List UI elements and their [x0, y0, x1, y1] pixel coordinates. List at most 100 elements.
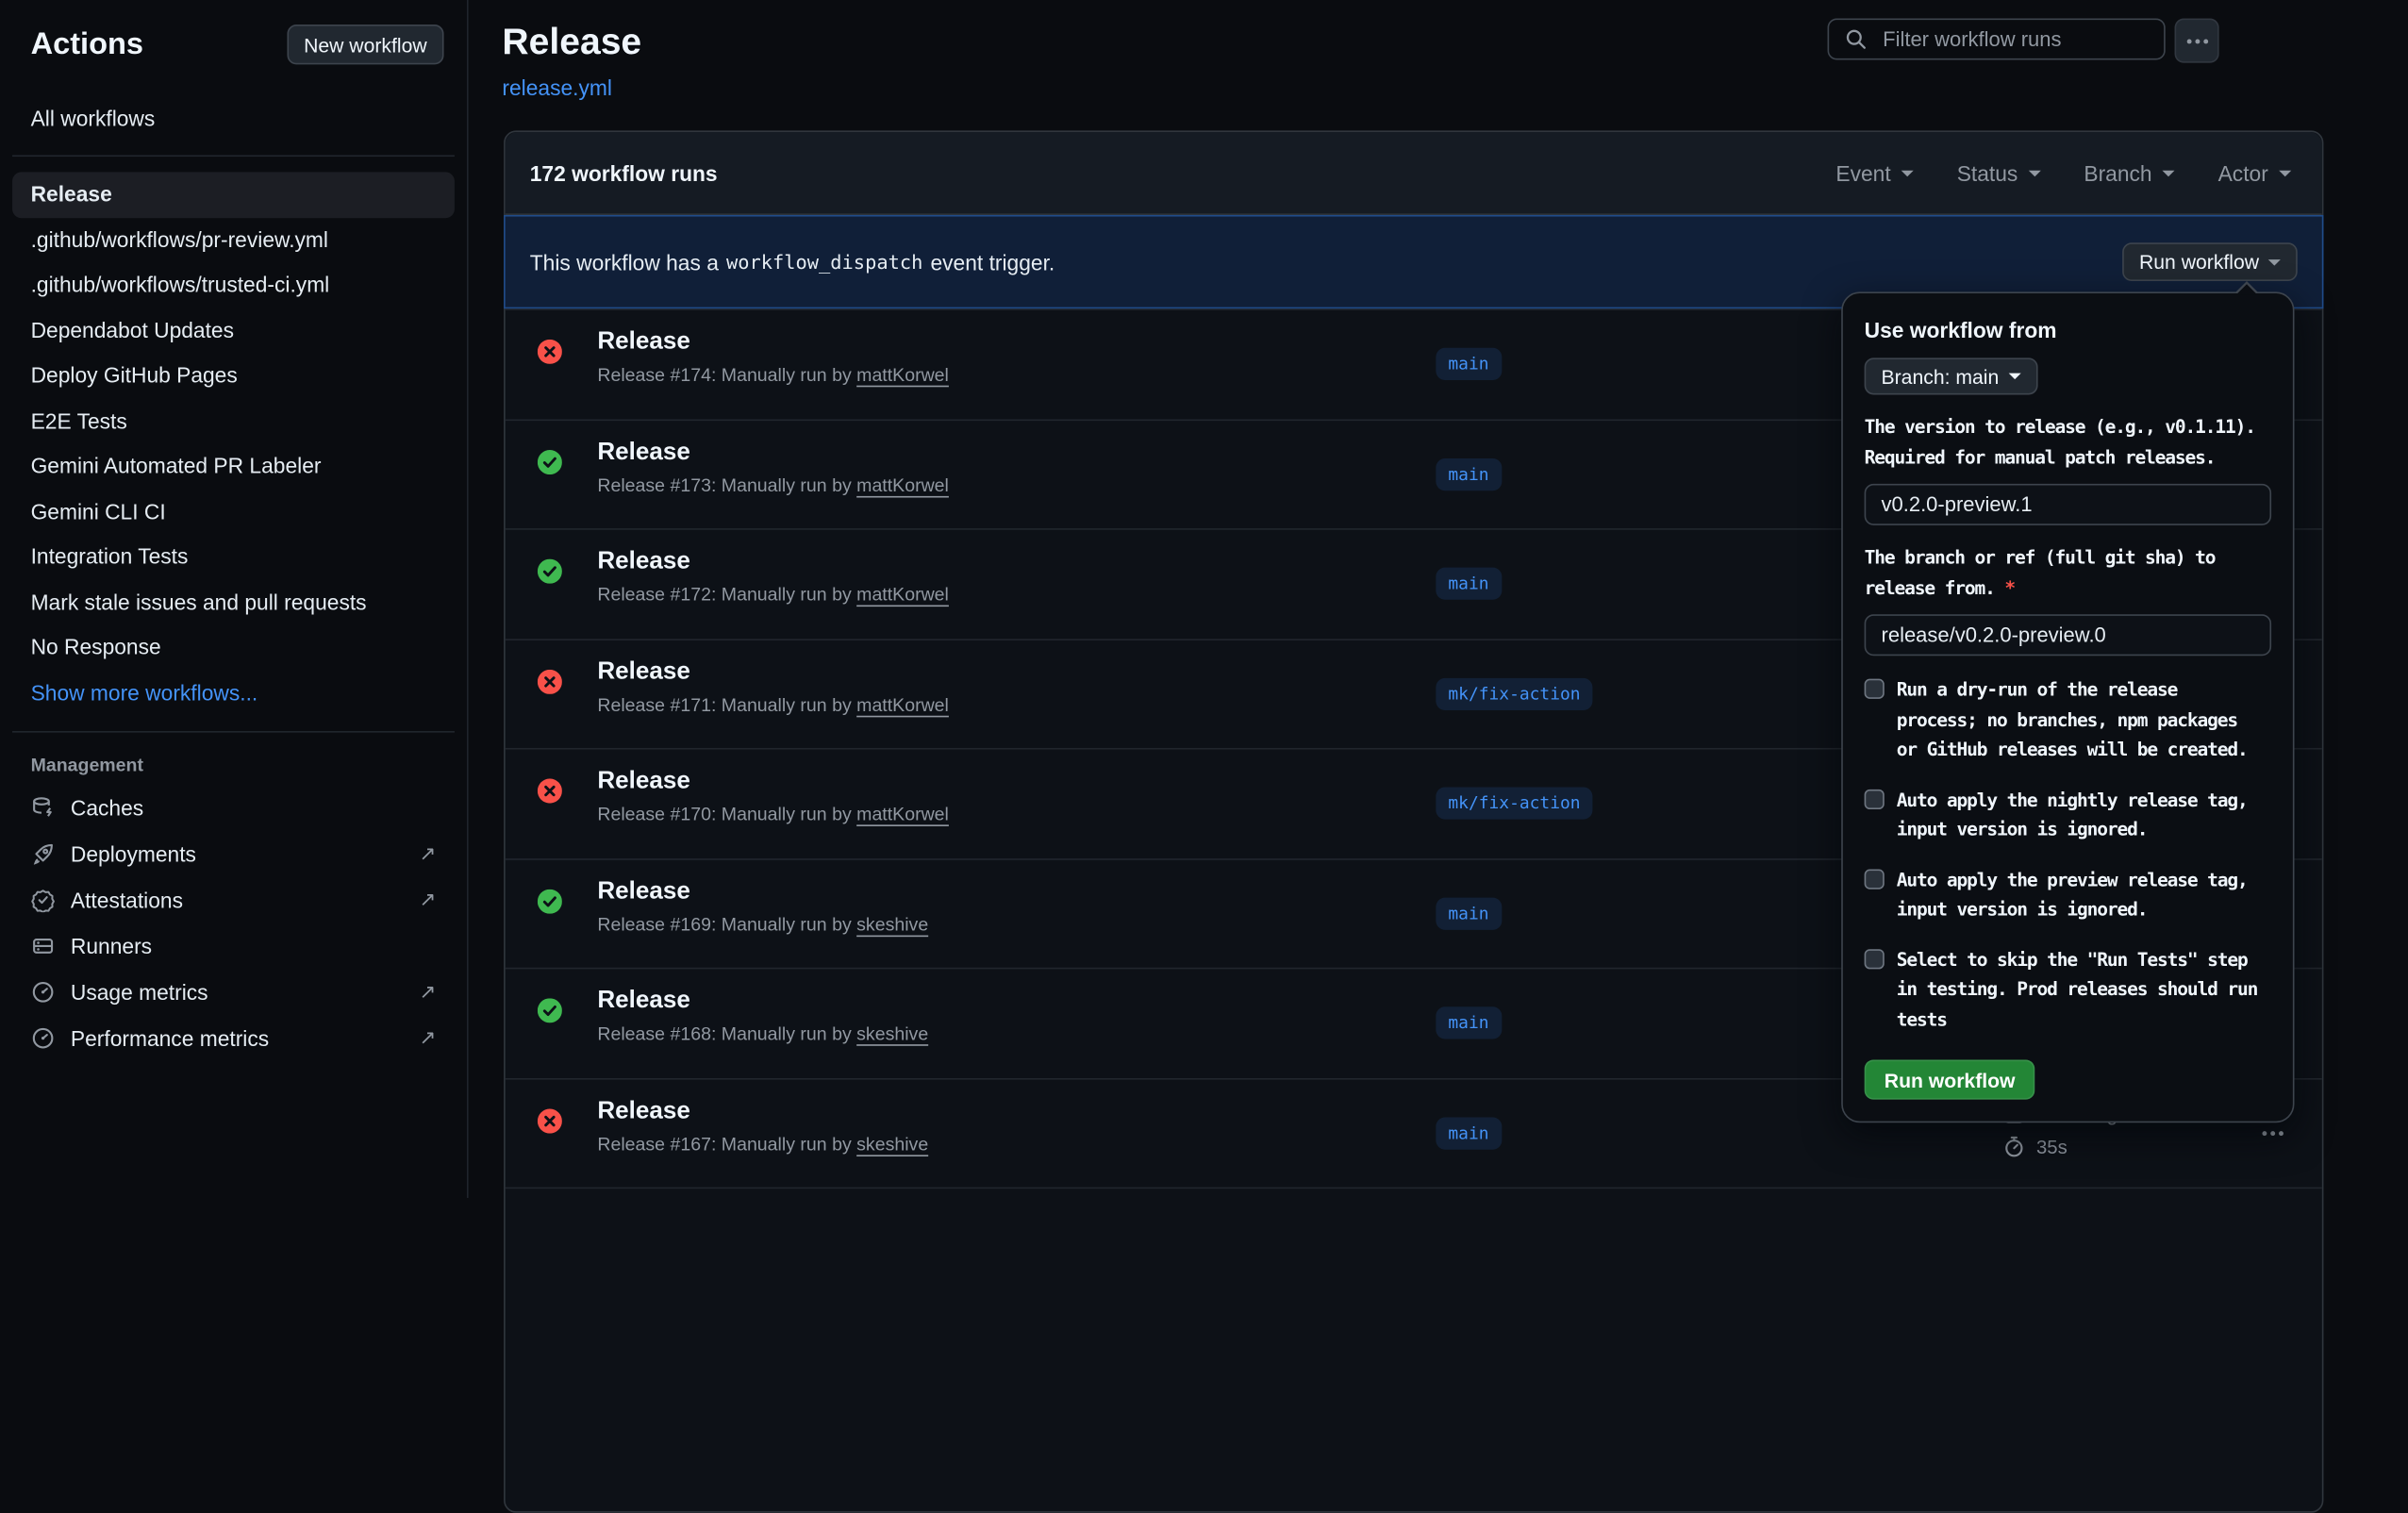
sidebar-item-performance-metrics[interactable]: Performance metrics ↗: [12, 1015, 455, 1061]
actor-link[interactable]: mattKorwel: [856, 804, 949, 825]
chevron-down-icon: [1901, 170, 1914, 176]
actor-link[interactable]: skeshive: [856, 913, 928, 935]
actor-link[interactable]: mattKorwel: [856, 693, 949, 715]
check-circle-fill-icon: [538, 998, 562, 1023]
branch-badge[interactable]: main: [1436, 897, 1501, 929]
chevron-down-icon: [2268, 258, 2281, 265]
sidebar-item-deploy-github-pages[interactable]: Deploy GitHub Pages: [12, 353, 455, 398]
sidebar-item-gemini-pr-labeler[interactable]: Gemini Automated PR Labeler: [12, 444, 455, 490]
new-workflow-button[interactable]: New workflow: [287, 25, 443, 64]
preview-tag-checkbox-row: Auto apply the preview release tag, inpu…: [1865, 865, 2271, 924]
branch-badge[interactable]: main: [1436, 1007, 1501, 1039]
dry-run-checkbox[interactable]: [1865, 679, 1885, 699]
sidebar-item-attestations[interactable]: Attestations ↗: [12, 877, 455, 923]
verified-icon: [31, 888, 56, 912]
sidebar-item-runners[interactable]: Runners: [12, 923, 455, 970]
sidebar-item-no-response[interactable]: No Response: [12, 625, 455, 671]
nightly-tag-checkbox-label: Auto apply the nightly release tag, inpu…: [1897, 786, 2261, 845]
stopwatch-icon: [2002, 1135, 2025, 1157]
runs-count: 172 workflow runs: [530, 160, 718, 185]
skip-tests-checkbox-label: Select to skip the "Run Tests" step in t…: [1897, 945, 2261, 1035]
ref-input[interactable]: [1865, 614, 2271, 656]
external-link-icon: ↗: [420, 1026, 437, 1049]
cache-icon: [31, 795, 56, 820]
filter-workflow-runs-input[interactable]: [1828, 19, 2166, 60]
branch-badge[interactable]: main: [1436, 1117, 1501, 1149]
meter-icon: [31, 1026, 56, 1051]
chevron-down-icon: [2029, 170, 2041, 176]
run-duration: 35s: [2036, 1136, 2068, 1157]
use-workflow-from-label: Use workflow from: [1865, 318, 2271, 342]
filter-workflow-runs-field[interactable]: [1880, 26, 2149, 53]
x-circle-fill-icon: [538, 778, 562, 803]
server-icon: [31, 934, 56, 958]
sidebar-item-mark-stale[interactable]: Mark stale issues and pull requests: [12, 580, 455, 625]
required-asterisk: *: [2004, 576, 2015, 598]
sidebar-item-all-workflows[interactable]: All workflows: [12, 97, 455, 141]
external-link-icon: ↗: [420, 981, 437, 1004]
chevron-down-icon: [2163, 170, 2175, 176]
filter-event-dropdown[interactable]: Event: [1835, 160, 1914, 185]
sidebar-item-usage-metrics[interactable]: Usage metrics ↗: [12, 969, 455, 1015]
sidebar-divider: [12, 155, 455, 157]
dry-run-checkbox-label: Run a dry-run of the release process; no…: [1897, 675, 2261, 765]
actor-link[interactable]: skeshive: [856, 1133, 928, 1155]
runs-list-header: 172 workflow runs Event Status Branch Ac…: [506, 132, 2322, 215]
filter-branch-dropdown[interactable]: Branch: [2084, 160, 2175, 185]
kebab-horizontal-icon: [2184, 28, 2209, 53]
show-more-workflows-link[interactable]: Show more workflows...: [12, 671, 455, 716]
filter-status-dropdown[interactable]: Status: [1957, 160, 2041, 185]
ref-input-label: The branch or ref (full git sha) to rele…: [1865, 543, 2270, 603]
actor-link[interactable]: mattKorwel: [856, 474, 949, 495]
search-icon: [1844, 27, 1867, 50]
workflow-run-row: [506, 1188, 2322, 1297]
sidebar-item-gemini-cli-ci[interactable]: Gemini CLI CI: [12, 490, 455, 535]
preview-tag-checkbox-label: Auto apply the preview release tag, inpu…: [1897, 865, 2261, 924]
chevron-down-icon: [2008, 374, 2020, 380]
preview-tag-checkbox[interactable]: [1865, 869, 1885, 889]
run-workflow-dropdown-button[interactable]: Run workflow: [2122, 242, 2298, 281]
sidebar-item-e2e-tests[interactable]: E2E Tests: [12, 399, 455, 444]
actor-link[interactable]: mattKorwel: [856, 364, 949, 386]
branch-badge[interactable]: main: [1436, 568, 1501, 600]
check-circle-fill-icon: [538, 449, 562, 474]
check-circle-fill-icon: [538, 889, 562, 913]
meter-icon: [31, 980, 56, 1005]
sidebar-item-caches[interactable]: Caches: [12, 785, 455, 831]
version-input[interactable]: [1865, 484, 2271, 525]
external-link-icon: ↗: [420, 842, 437, 865]
skip-tests-checkbox[interactable]: [1865, 948, 1885, 968]
run-workflow-submit-button[interactable]: Run workflow: [1865, 1059, 2035, 1099]
panel-notch: [2234, 281, 2259, 293]
branch-badge[interactable]: main: [1436, 458, 1501, 490]
actions-sidebar: Actions New workflow All workflows Relea…: [0, 0, 469, 1198]
run-workflow-dispatch-panel: Use workflow from Branch: main The versi…: [1841, 291, 2294, 1122]
branch-badge[interactable]: mk/fix-action: [1436, 788, 1592, 820]
workflow-file-link[interactable]: release.yml: [502, 75, 2408, 100]
actor-link[interactable]: mattKorwel: [856, 584, 949, 606]
actor-link[interactable]: skeshive: [856, 1023, 928, 1044]
management-section-label: Management: [31, 754, 467, 775]
dry-run-checkbox-row: Run a dry-run of the release process; no…: [1865, 675, 2271, 765]
x-circle-fill-icon: [538, 1108, 562, 1133]
workflow-dispatch-code: workflow_dispatch: [719, 250, 931, 273]
nightly-tag-checkbox[interactable]: [1865, 789, 1885, 808]
sidebar-item-dependabot-updates[interactable]: Dependabot Updates: [12, 308, 455, 353]
sidebar-item-deployments[interactable]: Deployments ↗: [12, 831, 455, 877]
check-circle-fill-icon: [538, 559, 562, 584]
workflow-options-kebab-button[interactable]: [2175, 19, 2219, 63]
external-link-icon: ↗: [420, 889, 437, 911]
sidebar-item-release[interactable]: Release: [12, 172, 455, 217]
sidebar-item-trusted-ci[interactable]: .github/workflows/trusted-ci.yml: [12, 262, 455, 308]
sidebar-item-pr-review[interactable]: .github/workflows/pr-review.yml: [12, 217, 455, 262]
workflow-list: Release .github/workflows/pr-review.yml …: [0, 172, 467, 715]
sidebar-item-integration-tests[interactable]: Integration Tests: [12, 535, 455, 580]
branch-badge[interactable]: mk/fix-action: [1436, 677, 1592, 709]
chevron-down-icon: [2279, 170, 2291, 176]
filter-actor-dropdown[interactable]: Actor: [2218, 160, 2292, 185]
branch-badge[interactable]: main: [1436, 348, 1501, 380]
sidebar-divider: [12, 731, 455, 733]
branch-select-button[interactable]: Branch: main: [1865, 357, 2037, 394]
skip-tests-checkbox-row: Select to skip the "Run Tests" step in t…: [1865, 945, 2271, 1035]
github-actions-page: Actions New workflow All workflows Relea…: [0, 0, 2408, 1198]
